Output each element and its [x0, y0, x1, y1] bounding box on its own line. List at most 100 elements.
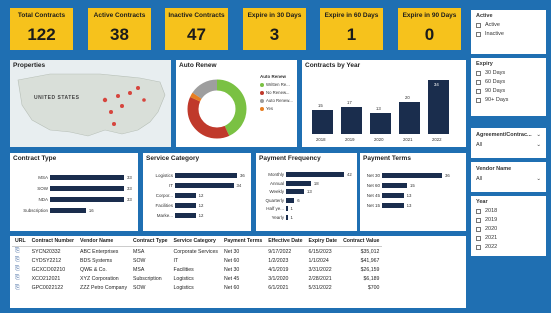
link-icon[interactable]: ⎘	[15, 275, 20, 281]
category-bar[interactable]	[50, 197, 124, 202]
category-bar[interactable]	[382, 183, 407, 188]
column-header[interactable]: URL	[12, 236, 29, 247]
auto-renew-panel[interactable]: Auto Renew Auto Renew Written Re... No Re…	[176, 60, 297, 147]
table-row[interactable]: ⎘ GCXCO02210 QWE & Co. MSA Facilities Net 30 4…	[12, 265, 382, 274]
contracts-table-panel[interactable]: URL Contract Number Vendor Name Contract Ty…	[10, 236, 466, 308]
year-bar[interactable]	[312, 110, 333, 134]
column-header[interactable]: Payment Terms	[220, 236, 266, 247]
category-bar[interactable]	[175, 203, 196, 208]
slicer-option[interactable]: 2019	[476, 217, 546, 223]
slicer-option[interactable]: 2018	[476, 208, 546, 214]
legend-item[interactable]: Written Re...	[260, 82, 293, 87]
vendor-dropdown[interactable]: All ⌄	[476, 176, 541, 182]
column-header[interactable]: Contract Type	[130, 236, 171, 247]
payment-terms-panel[interactable]: Payment Terms Net 30 36 Net 60 15 Net 45 13 Ne…	[360, 153, 466, 231]
year-bar[interactable]	[428, 80, 449, 134]
category-bar[interactable]	[382, 173, 442, 178]
url-cell[interactable]: ⎘	[12, 274, 29, 283]
category-bar[interactable]	[175, 183, 234, 188]
chevron-down-icon[interactable]: ⌄	[536, 132, 541, 138]
year-bar[interactable]	[399, 102, 420, 134]
url-cell[interactable]: ⎘	[12, 265, 29, 274]
checkbox[interactable]	[476, 79, 481, 85]
category-bar[interactable]	[286, 180, 311, 186]
legend-label: Yes	[266, 106, 274, 111]
table-row[interactable]: ⎘ XCO212021 XYZ Corporation Subscription Log…	[12, 274, 382, 283]
checkbox[interactable]	[476, 208, 481, 214]
service-category-panel[interactable]: Service Category Logistics 36 IT 34 Corpor..…	[143, 153, 251, 231]
agreement-dropdown-value: All	[476, 142, 483, 148]
year-bar[interactable]	[370, 113, 391, 134]
legend-item[interactable]: No Renew...	[260, 90, 293, 95]
legend-item[interactable]: Auto Renew...	[260, 98, 293, 103]
checkbox[interactable]	[476, 244, 481, 250]
payment-frequency-panel[interactable]: Payment Frequency Monthly 42 Annual 18 Weekl…	[256, 153, 357, 231]
column-header[interactable]: Service Category	[170, 236, 221, 247]
checkbox[interactable]	[476, 22, 481, 28]
checkbox[interactable]	[476, 235, 481, 241]
table-cell: Net 60	[223, 257, 240, 264]
slicer-option-label: 90+ Days	[485, 97, 509, 103]
slicer-option[interactable]: 2020	[476, 226, 546, 232]
properties-map-panel[interactable]: Properties UNITED STATES	[10, 60, 171, 147]
checkbox[interactable]	[476, 217, 481, 223]
category-bar[interactable]	[286, 197, 295, 203]
contract-type-panel[interactable]: Contract Type MSA 33 SOW 33 NDA 33 Subscriptio…	[10, 153, 138, 231]
table-row[interactable]: ⎘ GPC0022122 ZZZ Petro Company SOW Logistics…	[12, 284, 382, 293]
slicer-option-label: 2018	[485, 208, 498, 214]
url-cell[interactable]: ⎘	[12, 284, 29, 293]
contracts-by-year-panel[interactable]: Contracts by Year 15 2018 17 2019 13 2020 20 20…	[302, 60, 466, 147]
checkbox[interactable]	[476, 88, 481, 94]
chevron-down-icon: ⌄	[536, 142, 541, 148]
category-bar[interactable]	[286, 189, 304, 194]
table-row[interactable]: ⎘ CYDSY2212 BDS Systems SOW IT Net 60 1/2/2023…	[12, 256, 382, 265]
category-bar[interactable]	[286, 206, 288, 211]
slicer-option[interactable]: Inactive	[476, 31, 546, 37]
column-header[interactable]: Effective Date	[265, 236, 306, 247]
slicer-option[interactable]: 60 Days	[476, 79, 546, 85]
category-bar[interactable]	[175, 173, 237, 178]
category-bar[interactable]	[175, 193, 196, 198]
checkbox[interactable]	[476, 70, 481, 76]
slicer-option[interactable]: 90+ Days	[476, 97, 546, 103]
column-header[interactable]: Vendor Name	[77, 236, 131, 247]
category-bar[interactable]	[50, 208, 86, 213]
column-header[interactable]: Contract Value	[340, 236, 383, 247]
slicer-option[interactable]: 30 Days	[476, 70, 546, 76]
link-icon[interactable]: ⎘	[15, 266, 20, 272]
category-bar[interactable]	[286, 214, 288, 220]
link-icon[interactable]: ⎘	[15, 285, 20, 291]
slicer-option[interactable]: 2021	[476, 235, 546, 241]
column-header[interactable]: Contract Number	[28, 236, 78, 247]
column-header[interactable]: Expiry Date	[305, 236, 341, 247]
url-cell[interactable]: ⎘	[12, 256, 29, 265]
year-bar[interactable]	[341, 107, 362, 134]
year-axis-label: 2019	[345, 137, 355, 142]
category-bar[interactable]	[286, 172, 344, 177]
kpi-card: Expire in 30 Days 3	[243, 8, 306, 50]
link-icon[interactable]: ⎘	[15, 257, 20, 263]
table-cell: SYCN20332	[31, 248, 61, 255]
slicer-option[interactable]: 2022	[476, 244, 546, 250]
link-icon[interactable]: ⎘	[15, 248, 20, 254]
agreement-dropdown[interactable]: All ⌄	[476, 142, 541, 148]
table-cell: MSA	[133, 266, 145, 273]
url-cell[interactable]: ⎘	[12, 247, 29, 257]
legend-swatch	[260, 90, 264, 95]
legend-item[interactable]: Yes	[260, 106, 293, 111]
category-bar[interactable]	[175, 213, 196, 218]
slicer-option[interactable]: 90 Days	[476, 88, 546, 94]
expiry-slicer: Expiry 30 Days 60 Days 90 Days 90+ Days	[471, 58, 546, 116]
category-bar[interactable]	[382, 193, 404, 198]
checkbox[interactable]	[476, 97, 481, 103]
checkbox[interactable]	[476, 226, 481, 232]
table-cell: QWE & Co.	[80, 266, 107, 273]
category-bar[interactable]	[382, 203, 404, 208]
checkbox[interactable]	[476, 31, 481, 37]
year-bar-value: 34	[434, 82, 439, 87]
slicer-option[interactable]: Active	[476, 22, 546, 28]
category-bar[interactable]	[50, 175, 124, 180]
category-bar[interactable]	[50, 186, 124, 191]
us-map	[10, 60, 171, 137]
table-row[interactable]: ⎘ SYCN20332 ABC Enterprises MSA Corporate Se…	[12, 247, 382, 257]
